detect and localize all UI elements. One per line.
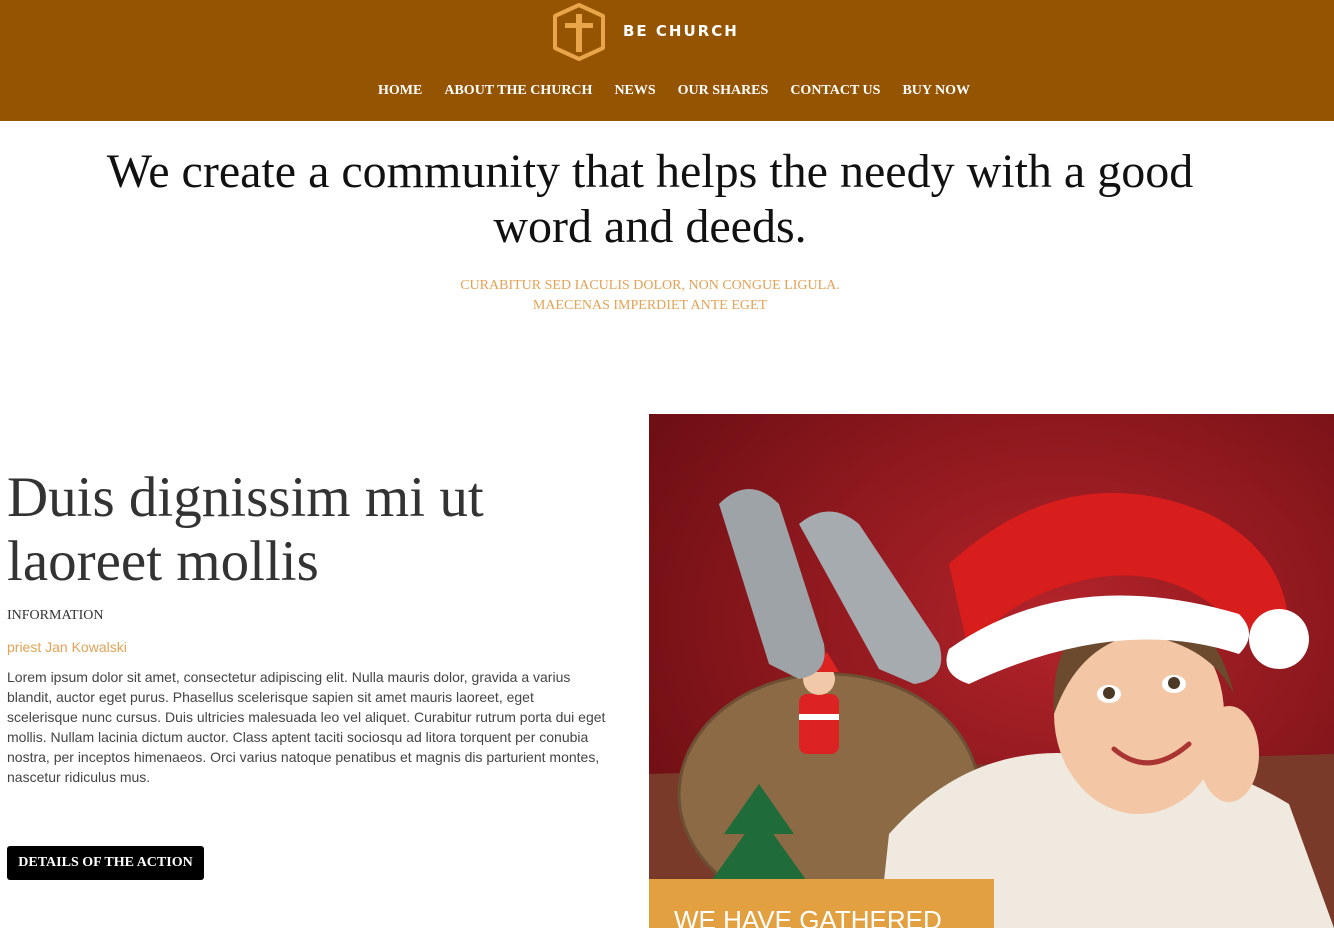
nav-buy-now[interactable]: BUY NOW — [902, 82, 970, 100]
nav-contact-us[interactable]: CONTACT US — [790, 82, 880, 100]
hero-title: We create a community that helps the nee… — [106, 145, 1194, 253]
article-label: INFORMATION — [7, 608, 104, 623]
details-of-the-action-button[interactable]: DETAILS OF THE ACTION — [7, 846, 204, 880]
feature-image — [649, 414, 1334, 928]
nav-news[interactable]: NEWS — [614, 82, 655, 100]
cross-shield-icon[interactable] — [551, 2, 607, 62]
article-author: priest Jan Kowalski — [7, 639, 127, 655]
hero-subtitle-line-2: MAECENAS IMPERDIET ANTE EGET — [532, 298, 768, 313]
site-header: BE CHURCH HOME ABOUT THE CHURCH NEWS OUR… — [0, 0, 1334, 121]
main-nav: HOME ABOUT THE CHURCH NEWS OUR SHARES CO… — [0, 82, 1334, 100]
hero-subtitle-line-1: CURABITUR SED IACULIS DOLOR, NON CONGUE … — [460, 278, 840, 293]
article-title: Duis dignissim mi ut laoreet mollis — [7, 466, 484, 593]
child-santa-hat-illustration — [649, 414, 1334, 928]
callout-text: WE HAVE GATHERED — [674, 905, 942, 928]
nav-about-the-church[interactable]: ABOUT THE CHURCH — [444, 82, 592, 100]
callout-box: WE HAVE GATHERED — [649, 879, 994, 928]
nav-our-shares[interactable]: OUR SHARES — [678, 82, 769, 100]
article-body: Lorem ipsum dolor sit amet, consectetur … — [7, 669, 606, 785]
hero-subtitle: CURABITUR SED IACULIS DOLOR, NON CONGUE … — [300, 276, 1000, 316]
nav-home[interactable]: HOME — [378, 82, 422, 100]
brand-name[interactable]: BE CHURCH — [623, 22, 739, 40]
